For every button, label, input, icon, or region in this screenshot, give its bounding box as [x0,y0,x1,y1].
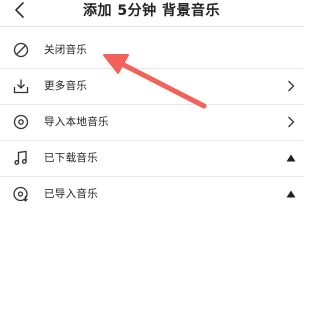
menu-item-label: 关闭音乐 [44,44,88,56]
page-title: 添加 5分钟 背景音乐 [83,3,220,19]
download-tray-icon [12,77,30,95]
header-bar: 添加 5分钟 背景音乐 [0,0,303,27]
music-note-icon [12,149,30,167]
disc-import-icon [12,185,30,203]
menu-item-more-music[interactable]: 更多音乐 [0,69,303,105]
menu-item-downloaded-music[interactable]: 已下载音乐 [0,141,303,177]
menu-item-imported-music[interactable]: 已导入音乐 [0,177,303,213]
triangle-up-icon[interactable] [285,151,297,165]
menu-item-label: 更多音乐 [44,80,88,92]
chevron-right-icon [285,79,297,93]
menu-item-label: 导入本地音乐 [44,116,109,128]
target-disc-icon [12,113,30,131]
menu-item-close-music[interactable]: 关闭音乐 [0,33,303,69]
triangle-up-icon[interactable] [285,187,297,201]
menu-item-label: 已下载音乐 [44,152,98,164]
circle-slash-icon [12,41,30,59]
menu-item-label: 已导入音乐 [44,188,98,200]
menu-item-import-local-music[interactable]: 导入本地音乐 [0,105,303,141]
chevron-right-icon [285,115,297,129]
background-music-screen: 添加 5分钟 背景音乐 关闭音乐 更多音乐 导入本地音乐 已下载音乐 已导入音乐 [0,0,303,317]
